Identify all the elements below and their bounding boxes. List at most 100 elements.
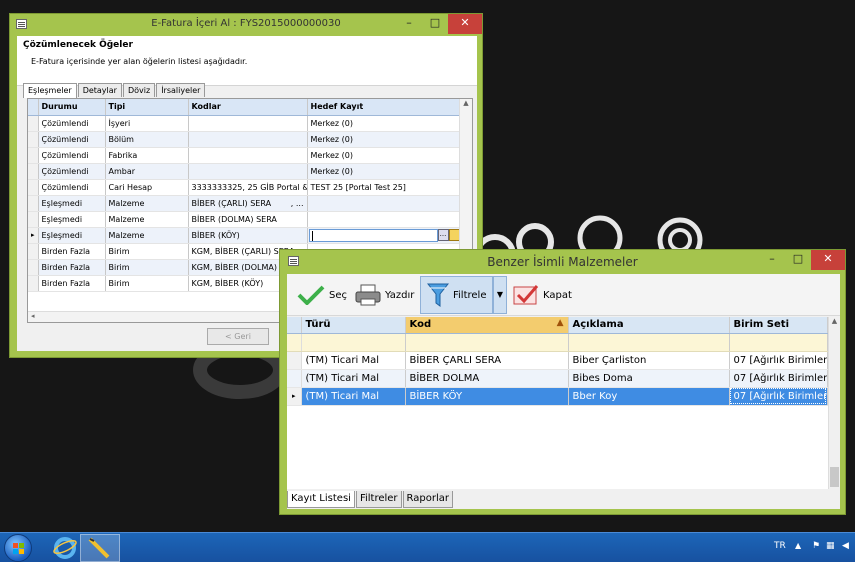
lookup-button[interactable]: ... [437, 228, 449, 241]
cell-hedef-kayit[interactable]: TEST 25 [Portal Test 25] [307, 179, 461, 196]
cell-durumu: Çözümlendi [38, 131, 106, 148]
column-header-kod[interactable]: Kod ▲ [405, 317, 569, 334]
cell-hedef-kayit[interactable]: Merkez (0) [307, 115, 461, 132]
column-header-aciklama[interactable]: Açıklama [568, 317, 730, 334]
filter-cell-birim-seti[interactable] [729, 333, 828, 352]
cell-durumu: Çözümlendi [38, 147, 106, 164]
back-button[interactable]: < Geri [207, 328, 269, 345]
taskbar-app-button[interactable] [80, 534, 120, 562]
cell-kodlar [188, 163, 308, 180]
cell-birim-seti: 07 [Ağırlık Birimleri] [729, 369, 828, 388]
cell-durumu: Eşleşmedi [38, 195, 106, 212]
network-icon[interactable]: ▦ [826, 541, 835, 551]
similar-items-grid: Türü Kod ▲ Açıklama Birim Seti (TM) Tica… [287, 317, 840, 489]
volume-icon[interactable]: ◀ [842, 541, 849, 551]
filter-cell-kod[interactable] [405, 333, 569, 352]
close-button[interactable]: ✕ [811, 250, 845, 270]
cell-durumu: Eşleşmedi [38, 227, 106, 244]
windows-logo-icon [13, 543, 24, 554]
cell-tipi: Birim [105, 259, 189, 276]
show-hidden-icons-icon[interactable]: ▲ [795, 541, 801, 550]
cell-turu: (TM) Ticari Mal [301, 369, 406, 388]
cell-durumu: Birden Fazla [38, 259, 106, 276]
filter-cell-aciklama[interactable] [568, 333, 730, 352]
similar-items-window: Benzer İsimli Malzemeler – □ ✕ Seç Yazdı… [279, 249, 846, 515]
minimize-button[interactable]: – [396, 14, 422, 34]
action-center-flag-icon[interactable]: ⚑ [812, 541, 820, 551]
input-language-indicator[interactable]: TR [774, 541, 786, 551]
cell-aciklama: Bibes Doma [568, 369, 730, 388]
filter-button[interactable]: Filtrele [420, 276, 494, 314]
cell-hedef-kayit[interactable] [307, 195, 461, 212]
cell-hedef-kayit[interactable]: Merkez (0) [307, 147, 461, 164]
table-row[interactable]: Eşleşmedi Malzeme BİBER (DOLMA) SERA [28, 211, 461, 228]
table-row-selected[interactable]: ▸ (TM) Ticari Mal BİBER KÖY Bber Koy 07 … [287, 387, 828, 406]
print-button[interactable]: Yazdır [355, 282, 414, 308]
tab-kayit-listesi[interactable]: Kayıt Listesi [287, 491, 355, 508]
column-header-hedef-kayit[interactable]: Hedef Kayıt [307, 99, 461, 116]
table-row[interactable]: (TM) Ticari Mal BİBER DOLMA Bibes Doma 0… [287, 369, 828, 388]
cell-tipi: Birim [105, 275, 189, 292]
maximize-button[interactable]: □ [422, 14, 448, 34]
filter-row [287, 333, 828, 352]
column-header-kodlar[interactable]: Kodlar [188, 99, 308, 116]
tab-doviz[interactable]: Döviz [122, 83, 156, 97]
table-row[interactable]: Çözümlendi Bölüm Merkez (0) [28, 131, 461, 148]
table-row[interactable]: Çözümlendi Ambar Merkez (0) [28, 163, 461, 180]
cell-hedef-kayit[interactable] [307, 211, 461, 228]
table-row[interactable]: Çözümlendi Cari Hesap 3333333325, 25 GİB… [28, 179, 461, 196]
dialog-heading: Çözümlenecek Öğeler [23, 40, 133, 50]
cell-tipi: Malzeme [105, 227, 189, 244]
toolbar: Seç Yazdır Filtrele ▼ Kapat [287, 274, 840, 316]
cell-hedef-kayit[interactable]: Merkez (0) [307, 131, 461, 148]
filter-funnel-icon [427, 283, 449, 307]
cell-durumu: Eşleşmedi [38, 211, 106, 228]
close-button[interactable]: ✕ [448, 14, 482, 34]
cell-hedef-kayit-editor[interactable]: ... [307, 227, 461, 244]
app-icon [288, 256, 299, 266]
cell-kodlar: 3333333325, 25 GİB Portal & ... [188, 179, 308, 196]
table-header-row: Durumu Tipi Kodlar Hedef Kayıt [28, 99, 461, 116]
column-header-tipi[interactable]: Tipi [105, 99, 189, 116]
scrollbar-thumb[interactable] [830, 467, 839, 487]
vertical-scrollbar[interactable]: ▲ [828, 317, 840, 489]
table-row[interactable]: Çözümlendi İşyeri Merkez (0) [28, 115, 461, 132]
maximize-button[interactable]: □ [785, 250, 811, 270]
cell-birim-seti: 07 [Ağırlık Birimleri] [729, 387, 828, 406]
column-header-turu[interactable]: Türü [301, 317, 406, 334]
internet-explorer-icon[interactable] [53, 536, 77, 560]
row-indicator [28, 243, 39, 260]
dialog-header: Çözümlenecek Öğeler E-Fatura içerisinde … [17, 36, 477, 86]
cell-aciklama: Bber Koy [568, 387, 730, 406]
tab-detaylar[interactable]: Detaylar [77, 83, 122, 97]
cell-tipi: Birim [105, 243, 189, 260]
start-button[interactable] [4, 534, 32, 562]
table-row-current[interactable]: ▸ Eşleşmedi Malzeme BİBER (KÖY) ... [28, 227, 461, 244]
row-indicator [28, 179, 39, 196]
select-button[interactable]: Seç [297, 282, 347, 308]
column-header-birim-seti[interactable]: Birim Seti [729, 317, 828, 334]
select-label: Seç [329, 289, 347, 301]
tab-raporlar[interactable]: Raporlar [402, 491, 453, 508]
cell-hedef-kayit[interactable]: Merkez (0) [307, 163, 461, 180]
table-row[interactable]: Eşleşmedi Malzeme BİBER (ÇARLI) SERA , ..… [28, 195, 461, 212]
current-row-indicator-icon: ▸ [28, 227, 39, 244]
tab-filtreler[interactable]: Filtreler [355, 491, 402, 508]
scroll-up-icon[interactable]: ▲ [829, 317, 840, 325]
tab-eslesmeler[interactable]: Eşleşmeler [23, 83, 77, 98]
tab-irsaliyeler[interactable]: İrsaliyeler [156, 83, 206, 97]
cell-kodlar: BİBER (ÇARLI) SERA , ... [188, 195, 308, 212]
cell-tipi: İşyeri [105, 115, 189, 132]
filter-dropdown-button[interactable]: ▼ [493, 276, 507, 314]
column-header-durumu[interactable]: Durumu [38, 99, 106, 116]
minimize-button[interactable]: – [759, 250, 785, 270]
hedef-kayit-input[interactable] [308, 228, 438, 242]
filter-cell-turu[interactable] [301, 333, 406, 352]
close-list-button[interactable]: Kapat [513, 282, 572, 308]
clear-icon[interactable] [448, 228, 459, 241]
column-header-kod-label: Kod [409, 319, 432, 331]
similar-items-table: Türü Kod ▲ Açıklama Birim Seti (TM) Tica… [287, 317, 828, 406]
cell-tipi: Malzeme [105, 195, 189, 212]
table-row[interactable]: Çözümlendi Fabrika Merkez (0) [28, 147, 461, 164]
table-row[interactable]: (TM) Ticari Mal BİBER ÇARLI SERA Biber Ç… [287, 351, 828, 370]
